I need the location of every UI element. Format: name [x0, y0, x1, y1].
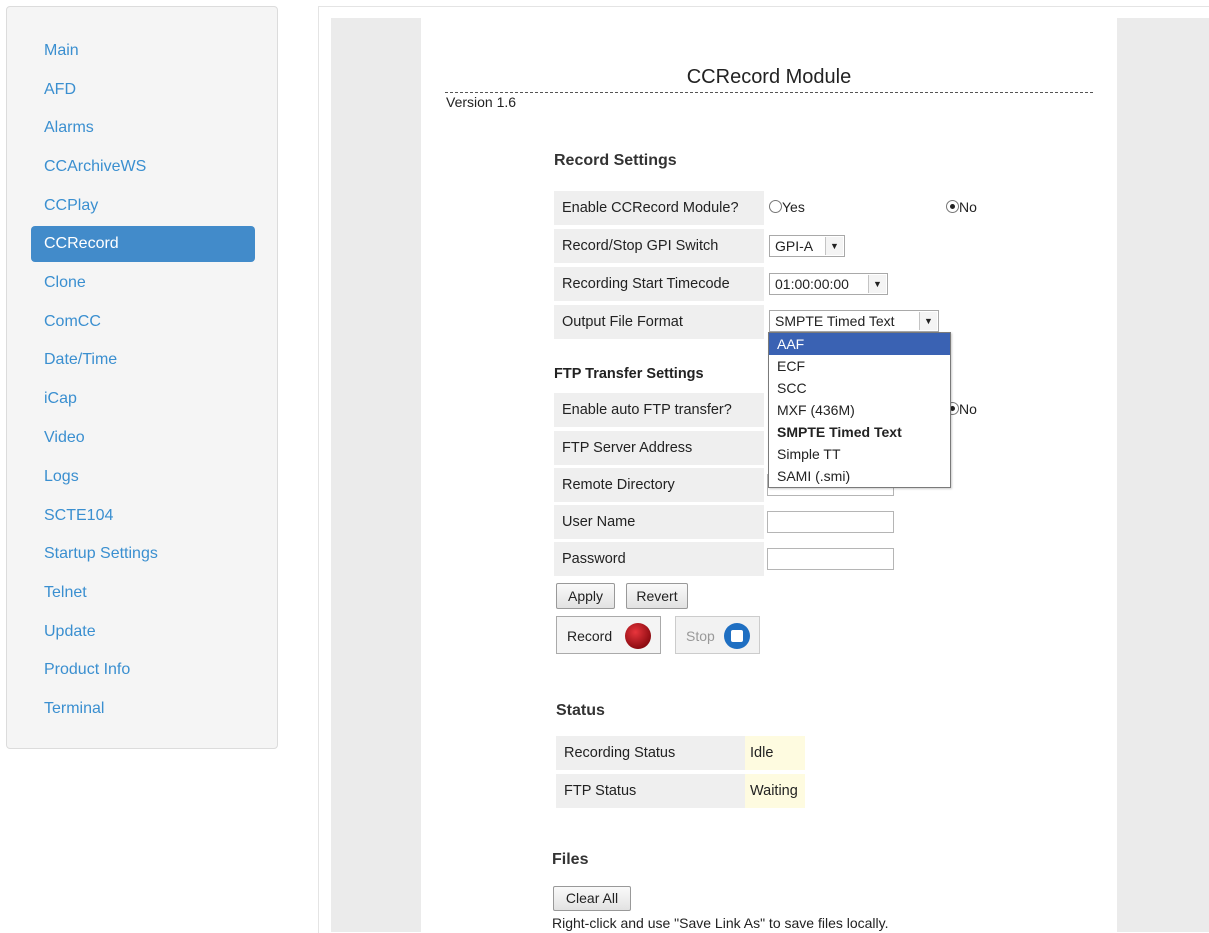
stop-label: Stop — [686, 628, 715, 644]
sidebar-item-icap[interactable]: iCap — [31, 381, 255, 417]
stop-icon — [724, 623, 750, 649]
sidebar-item-telnet[interactable]: Telnet — [31, 575, 255, 611]
output-format-select[interactable]: SMPTE Timed Text ▼ — [769, 310, 939, 332]
enable-yes-label: Yes — [782, 198, 805, 215]
start-timecode-value: 01:00:00:00 — [775, 276, 849, 292]
page-title: CCRecord Module — [686, 66, 852, 88]
format-option-simple-tt[interactable]: Simple TT — [769, 443, 950, 465]
output-format-dropdown: AAF ECF SCC MXF (436M) SMPTE Timed Text … — [768, 332, 951, 488]
output-format-value: SMPTE Timed Text — [775, 313, 895, 329]
user-name-input[interactable] — [767, 511, 894, 533]
recording-status-label: Recording Status — [556, 736, 745, 770]
ftp-server-label: FTP Server Address — [554, 431, 764, 465]
record-button[interactable]: Record — [556, 616, 661, 654]
record-icon — [625, 623, 651, 649]
format-option-smpte-timed-text[interactable]: SMPTE Timed Text — [769, 421, 950, 443]
sidebar-item-scte104[interactable]: SCTE104 — [31, 498, 255, 534]
enable-no-radio[interactable] — [946, 200, 959, 214]
chevron-down-icon: ▼ — [919, 312, 937, 330]
chevron-down-icon: ▼ — [825, 237, 843, 255]
sidebar-item-main[interactable]: Main — [31, 33, 255, 69]
enable-yes-radio[interactable] — [769, 200, 782, 214]
output-format-label: Output File Format — [554, 305, 764, 339]
start-timecode-select[interactable]: 01:00:00:00 ▼ — [769, 273, 888, 295]
gpi-switch-select[interactable]: GPI-A ▼ — [769, 235, 845, 257]
format-option-ecf[interactable]: ECF — [769, 355, 950, 377]
record-settings-heading: Record Settings — [554, 152, 677, 169]
sidebar-item-afd[interactable]: AFD — [31, 72, 255, 108]
status-heading: Status — [556, 702, 605, 719]
format-option-mxf[interactable]: MXF (436M) — [769, 399, 950, 421]
enable-no-option[interactable]: No — [946, 198, 977, 216]
version-label: Version 1.6 — [446, 94, 517, 110]
sidebar-item-ccrecord[interactable]: CCRecord — [31, 226, 255, 262]
sidebar-item-alarms[interactable]: Alarms — [31, 110, 255, 146]
revert-button[interactable]: Revert — [626, 583, 688, 609]
stop-button[interactable]: Stop — [675, 616, 760, 654]
record-label: Record — [567, 628, 613, 644]
gpi-switch-value: GPI-A — [775, 238, 814, 254]
enable-no-label: No — [959, 198, 977, 215]
enable-module-label: Enable CCRecord Module? — [554, 191, 764, 225]
sidebar-item-startup-settings[interactable]: Startup Settings — [31, 536, 255, 572]
chevron-down-icon: ▼ — [868, 275, 886, 293]
gpi-switch-label: Record/Stop GPI Switch — [554, 229, 764, 263]
recording-status-value: Idle — [745, 736, 805, 770]
sidebar-item-terminal[interactable]: Terminal — [31, 691, 255, 727]
format-option-scc[interactable]: SCC — [769, 377, 950, 399]
password-input[interactable] — [767, 548, 894, 570]
sidebar-item-video[interactable]: Video — [31, 420, 255, 456]
sidebar-item-logs[interactable]: Logs — [31, 459, 255, 495]
sidebar-item-ccplay[interactable]: CCPlay — [31, 188, 255, 224]
remote-directory-label: Remote Directory — [554, 468, 764, 502]
ftp-settings-heading: FTP Transfer Settings — [554, 366, 704, 382]
sidebar-item-comcc[interactable]: ComCC — [31, 304, 255, 340]
ftp-status-label: FTP Status — [556, 774, 745, 808]
ftp-status-value: Waiting — [745, 774, 805, 808]
title-bar: CCRecord Module — [445, 66, 1093, 93]
apply-button[interactable]: Apply — [556, 583, 615, 609]
user-name-label: User Name — [554, 505, 764, 539]
auto-ftp-no-label: No — [959, 400, 977, 417]
sidebar-item-update[interactable]: Update — [31, 614, 255, 650]
sidebar-nav: Main AFD Alarms CCArchiveWS CCPlay CCRec… — [6, 6, 278, 749]
password-label: Password — [554, 542, 764, 576]
sidebar-item-ccarchivews[interactable]: CCArchiveWS — [31, 149, 255, 185]
clear-all-button[interactable]: Clear All — [553, 886, 631, 911]
files-heading: Files — [552, 851, 589, 868]
auto-ftp-label: Enable auto FTP transfer? — [554, 393, 764, 427]
enable-yes-option[interactable]: Yes — [769, 198, 805, 216]
start-timecode-label: Recording Start Timecode — [554, 267, 764, 301]
format-option-sami[interactable]: SAMI (.smi) — [769, 465, 950, 487]
files-hint: Right-click and use "Save Link As" to sa… — [552, 915, 889, 931]
format-option-aaf[interactable]: AAF — [769, 333, 950, 355]
sidebar-item-product-info[interactable]: Product Info — [31, 652, 255, 688]
sidebar-item-clone[interactable]: Clone — [31, 265, 255, 301]
sidebar-item-date-time[interactable]: Date/Time — [31, 342, 255, 378]
